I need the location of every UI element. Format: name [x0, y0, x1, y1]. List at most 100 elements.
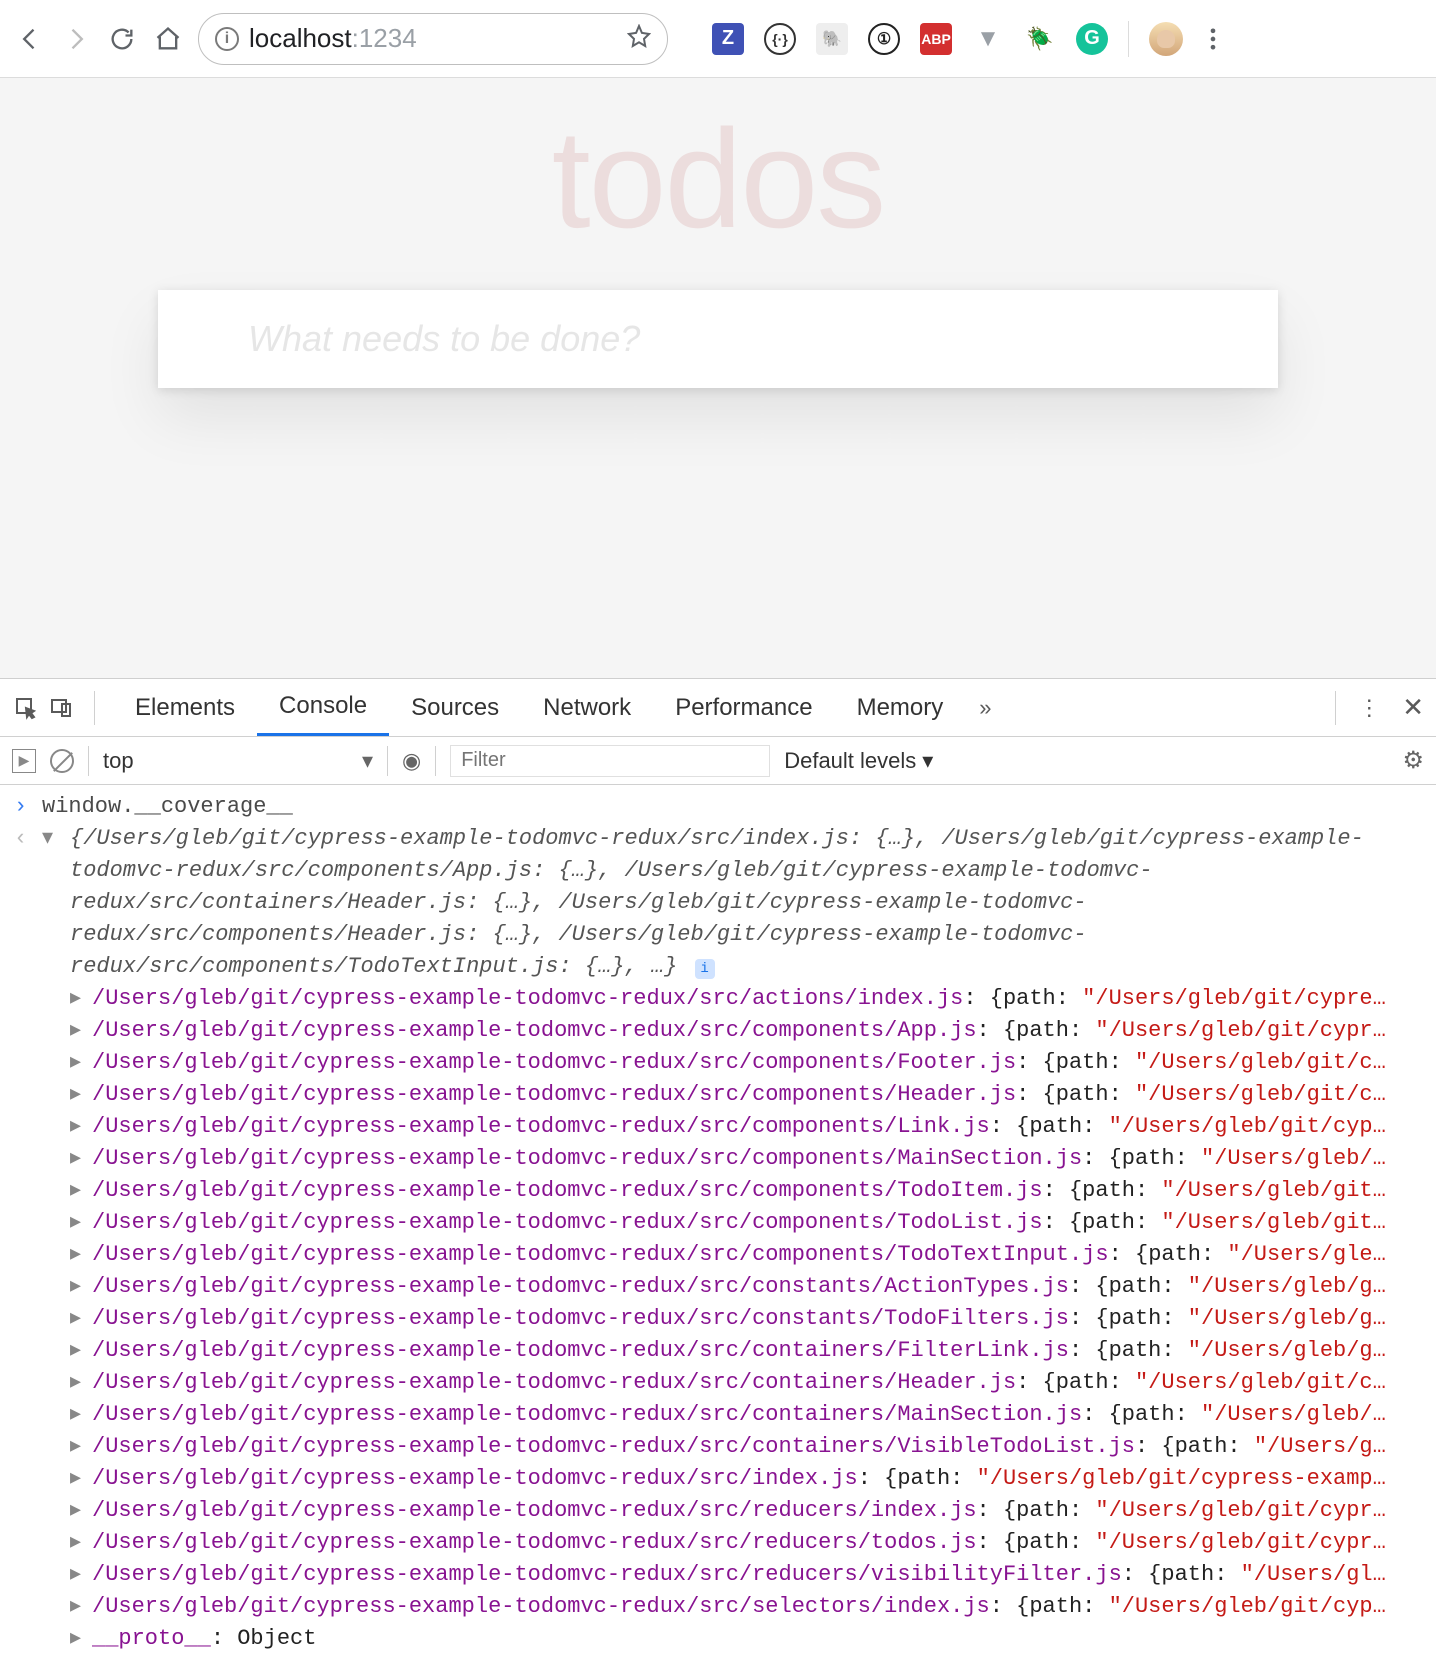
- app-title: todos: [0, 98, 1436, 260]
- expand-chevron-icon[interactable]: ▸: [70, 1623, 84, 1655]
- expand-chevron-icon[interactable]: ▸: [70, 1431, 84, 1463]
- devtools-tab-sources[interactable]: Sources: [389, 679, 521, 736]
- coverage-entry[interactable]: ▸/Users/gleb/git/cypress-example-todomvc…: [70, 983, 1422, 1015]
- back-button[interactable]: [14, 23, 46, 55]
- coverage-entry[interactable]: ▸/Users/gleb/git/cypress-example-todomvc…: [70, 1463, 1422, 1495]
- device-toolbar-icon[interactable]: [48, 694, 76, 722]
- devtools-more-icon[interactable]: ⋮: [1358, 695, 1380, 721]
- address-bar[interactable]: i localhost:1234: [198, 13, 668, 65]
- proto-entry[interactable]: ▸__proto__: Object: [70, 1623, 1422, 1655]
- expand-chevron-icon[interactable]: ▸: [70, 1079, 84, 1111]
- inspect-element-icon[interactable]: [12, 694, 40, 722]
- info-badge-icon[interactable]: i: [695, 959, 715, 979]
- devtools-tab-performance[interactable]: Performance: [653, 679, 834, 736]
- devtools-tab-network[interactable]: Network: [521, 679, 653, 736]
- extension-vue-icon[interactable]: ▼: [972, 23, 1004, 55]
- expand-chevron-icon[interactable]: ▸: [70, 1367, 84, 1399]
- expand-chevron-icon[interactable]: ▸: [70, 1559, 84, 1591]
- browser-menu-button[interactable]: [1197, 23, 1229, 55]
- coverage-entry[interactable]: ▸/Users/gleb/git/cypress-example-todomvc…: [70, 1207, 1422, 1239]
- extension-icons: Z {·} 🐘 ① ABP ▼ 🪲 G: [712, 23, 1108, 55]
- chevron-down-icon: ▾: [362, 748, 373, 774]
- expand-chevron-icon[interactable]: ▸: [70, 1335, 84, 1367]
- live-expressions-eye-icon[interactable]: ◉: [402, 748, 421, 774]
- coverage-entry[interactable]: ▸/Users/gleb/git/cypress-example-todomvc…: [70, 1303, 1422, 1335]
- live-expression-icon[interactable]: ▶: [12, 749, 36, 773]
- extension-clipper-icon[interactable]: 🐘: [816, 23, 848, 55]
- coverage-entry[interactable]: ▸/Users/gleb/git/cypress-example-todomvc…: [70, 1399, 1422, 1431]
- reload-button[interactable]: [106, 23, 138, 55]
- expand-chevron-icon[interactable]: ▸: [70, 1015, 84, 1047]
- console-command-text: window.__coverage__: [42, 791, 293, 823]
- execution-context-selector[interactable]: top ▾: [103, 748, 373, 774]
- expand-chevron-icon[interactable]: ▸: [70, 1239, 84, 1271]
- toolbar-divider: [1128, 21, 1129, 57]
- page-content: todos: [0, 78, 1436, 678]
- expand-chevron-icon[interactable]: ▸: [70, 1175, 84, 1207]
- todo-card: [158, 290, 1278, 388]
- extension-adblock-icon[interactable]: ABP: [920, 23, 952, 55]
- new-todo-input[interactable]: [248, 318, 1242, 360]
- devtools-right-controls: ⋮ ✕: [1335, 691, 1424, 725]
- coverage-entries: ▸/Users/gleb/git/cypress-example-todomvc…: [14, 983, 1422, 1655]
- extension-onepassword-icon[interactable]: ①: [868, 23, 900, 55]
- expand-chevron-icon[interactable]: ▸: [70, 1207, 84, 1239]
- expand-chevron-icon[interactable]: ▸: [70, 1047, 84, 1079]
- url-text: localhost:1234: [249, 23, 617, 54]
- console-input-line[interactable]: window.__coverage__: [14, 791, 1422, 823]
- clear-console-icon[interactable]: [50, 749, 74, 773]
- coverage-entry[interactable]: ▸/Users/gleb/git/cypress-example-todomvc…: [70, 1015, 1422, 1047]
- devtools-tab-memory[interactable]: Memory: [835, 679, 966, 736]
- coverage-entry[interactable]: ▸/Users/gleb/git/cypress-example-todomvc…: [70, 1047, 1422, 1079]
- input-chevron-icon: [14, 791, 32, 823]
- result-summary-text: {/Users/gleb/git/cypress-example-todomvc…: [70, 823, 1422, 983]
- profile-avatar[interactable]: [1149, 22, 1183, 56]
- coverage-entry[interactable]: ▸/Users/gleb/git/cypress-example-todomvc…: [70, 1239, 1422, 1271]
- coverage-entry[interactable]: ▸/Users/gleb/git/cypress-example-todomvc…: [70, 1143, 1422, 1175]
- bookmark-star-icon[interactable]: [627, 24, 651, 53]
- site-info-icon[interactable]: i: [215, 27, 239, 51]
- expand-chevron-icon[interactable]: ▸: [70, 1303, 84, 1335]
- extension-json-icon[interactable]: {·}: [764, 23, 796, 55]
- home-button[interactable]: [152, 23, 184, 55]
- tab-separator: [94, 691, 95, 725]
- console-settings-icon[interactable]: ⚙: [1402, 746, 1424, 775]
- devtools-close-icon[interactable]: ✕: [1402, 692, 1424, 723]
- coverage-entry[interactable]: ▸/Users/gleb/git/cypress-example-todomvc…: [70, 1495, 1422, 1527]
- expand-chevron-icon[interactable]: ▸: [70, 983, 84, 1015]
- forward-button[interactable]: [60, 23, 92, 55]
- coverage-entry[interactable]: ▸/Users/gleb/git/cypress-example-todomvc…: [70, 1175, 1422, 1207]
- expand-chevron-icon[interactable]: ▸: [70, 1495, 84, 1527]
- expand-chevron-icon[interactable]: ▸: [70, 1143, 84, 1175]
- devtools-tabs: ElementsConsoleSourcesNetworkPerformance…: [113, 679, 965, 736]
- log-levels-selector[interactable]: Default levels▾: [784, 748, 933, 774]
- extension-grammarly-icon[interactable]: G: [1076, 23, 1108, 55]
- coverage-entry[interactable]: ▸/Users/gleb/git/cypress-example-todomvc…: [70, 1271, 1422, 1303]
- devtools-tab-console[interactable]: Console: [257, 679, 389, 736]
- output-chevron-icon: [14, 823, 32, 855]
- coverage-entry[interactable]: ▸/Users/gleb/git/cypress-example-todomvc…: [70, 1591, 1422, 1623]
- expand-chevron-icon[interactable]: ▸: [70, 1463, 84, 1495]
- coverage-entry[interactable]: ▸/Users/gleb/git/cypress-example-todomvc…: [70, 1367, 1422, 1399]
- coverage-entry[interactable]: ▸/Users/gleb/git/cypress-example-todomvc…: [70, 1527, 1422, 1559]
- console-result-summary[interactable]: {/Users/gleb/git/cypress-example-todomvc…: [14, 823, 1422, 983]
- extension-z-icon[interactable]: Z: [712, 23, 744, 55]
- coverage-entry[interactable]: ▸/Users/gleb/git/cypress-example-todomvc…: [70, 1111, 1422, 1143]
- console-toolbar: ▶ top ▾ ◉ Default levels▾ ⚙: [0, 737, 1436, 785]
- coverage-entry[interactable]: ▸/Users/gleb/git/cypress-example-todomvc…: [70, 1335, 1422, 1367]
- expand-chevron-icon[interactable]: ▸: [70, 1111, 84, 1143]
- devtools-tab-elements[interactable]: Elements: [113, 679, 257, 736]
- expand-chevron-icon[interactable]: ▸: [70, 1271, 84, 1303]
- extension-bugsnag-icon[interactable]: 🪲: [1024, 23, 1056, 55]
- chevron-down-icon: ▾: [922, 748, 933, 774]
- expand-chevron-icon[interactable]: ▸: [70, 1527, 84, 1559]
- coverage-entry[interactable]: ▸/Users/gleb/git/cypress-example-todomvc…: [70, 1431, 1422, 1463]
- coverage-entry[interactable]: ▸/Users/gleb/git/cypress-example-todomvc…: [70, 1559, 1422, 1591]
- coverage-entry[interactable]: ▸/Users/gleb/git/cypress-example-todomvc…: [70, 1079, 1422, 1111]
- tabs-overflow-icon[interactable]: »: [979, 695, 991, 721]
- devtools-panel: ElementsConsoleSourcesNetworkPerformance…: [0, 678, 1436, 1675]
- expand-chevron-icon[interactable]: [42, 823, 60, 855]
- expand-chevron-icon[interactable]: ▸: [70, 1591, 84, 1623]
- expand-chevron-icon[interactable]: ▸: [70, 1399, 84, 1431]
- console-filter-input[interactable]: [450, 745, 770, 777]
